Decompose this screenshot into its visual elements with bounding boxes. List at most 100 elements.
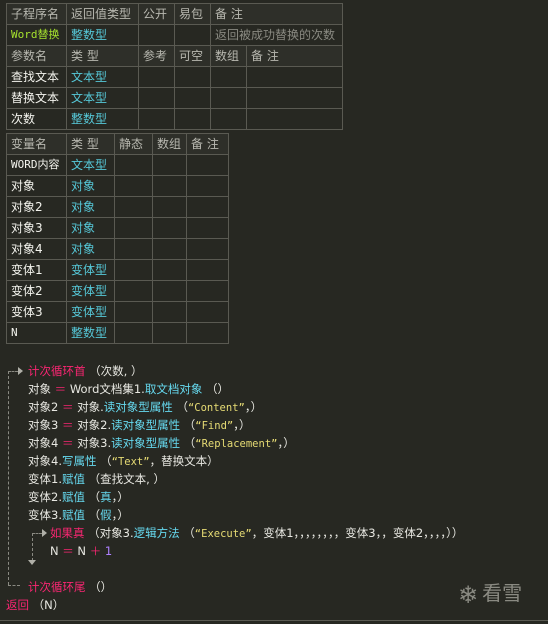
param-note-cell[interactable] (245, 66, 344, 88)
variable-row[interactable]: 对象3 对象 (6, 217, 229, 239)
param-ref-cell[interactable] (138, 87, 175, 109)
param-nullable-cell[interactable] (174, 87, 211, 109)
var-static-cell[interactable] (114, 238, 153, 260)
sub-public-cell[interactable] (138, 24, 175, 46)
var-array-cell[interactable] (152, 280, 187, 302)
code-line-loop-tail[interactable]: 计次循环尾 （） (28, 578, 112, 596)
code-line-7[interactable]: 变体2.赋值 （真，） (28, 488, 129, 506)
param-type-cell[interactable]: 整数型 (66, 108, 139, 130)
var-type-cell[interactable]: 变体型 (66, 301, 115, 323)
col-header-static: 静态 (114, 133, 153, 155)
sub-note-cell[interactable]: 返回被成功替换的次数 (209, 24, 344, 46)
var-type-cell[interactable]: 对象 (66, 238, 115, 260)
var-type-cell[interactable]: 对象 (66, 175, 115, 197)
code-line-2[interactable]: 对象2 ＝ 对象.读对象型属性 （“Content”，） (28, 398, 262, 416)
var-static-cell[interactable] (114, 280, 153, 302)
var-array-cell[interactable] (152, 217, 187, 239)
var-name-cell[interactable]: 对象4 (6, 238, 67, 260)
var-name-cell[interactable]: N (6, 322, 67, 344)
code-var: N (50, 544, 59, 558)
var-array-cell[interactable] (152, 175, 187, 197)
param-array-cell[interactable] (210, 66, 247, 88)
param-nullable-cell[interactable] (174, 108, 211, 130)
var-array-cell[interactable] (152, 301, 187, 323)
var-note-cell[interactable] (186, 301, 229, 323)
var-name-cell[interactable]: 对象 (6, 175, 67, 197)
variable-row[interactable]: 对象 对象 (6, 175, 229, 197)
code-line-4[interactable]: 对象4 ＝ 对象3.读对象型属性 （“Replacement”，） (28, 434, 295, 452)
code-line-6[interactable]: 变体1.赋值 （查找文本, ） (28, 470, 165, 488)
variable-row[interactable]: WORD内容 文本型 (6, 154, 229, 176)
var-array-cell[interactable] (152, 322, 187, 344)
var-note-cell[interactable] (186, 280, 229, 302)
param-note-cell[interactable] (245, 108, 344, 130)
param-row[interactable]: 替换文本 文本型 (6, 87, 344, 109)
var-type-cell[interactable]: 变体型 (66, 259, 115, 281)
param-array-cell[interactable] (210, 87, 247, 109)
var-name-cell[interactable]: 变体3 (6, 301, 67, 323)
param-nullable-cell[interactable] (174, 66, 211, 88)
code-line-5[interactable]: 对象4.写属性 （“Text”，替换文本） (28, 452, 219, 470)
code-line-n[interactable]: N ＝ N ＋ 1 (50, 542, 112, 560)
var-static-cell[interactable] (114, 175, 153, 197)
var-name-cell[interactable]: 对象3 (6, 217, 67, 239)
var-static-cell[interactable] (114, 217, 153, 239)
var-name-cell[interactable]: 变体1 (6, 259, 67, 281)
param-ref-cell[interactable] (138, 108, 175, 130)
param-name-cell[interactable]: 替换文本 (6, 87, 67, 109)
var-type-cell[interactable]: 文本型 (66, 154, 115, 176)
var-static-cell[interactable] (114, 154, 153, 176)
var-note-cell[interactable] (186, 322, 229, 344)
var-note-cell[interactable] (186, 175, 229, 197)
param-ref-cell[interactable] (138, 66, 175, 88)
sub-name-cell[interactable]: Word替换 (6, 24, 67, 46)
param-type-cell[interactable]: 文本型 (66, 87, 139, 109)
var-type-cell[interactable]: 对象 (66, 196, 115, 218)
sub-pkg-cell[interactable] (174, 24, 211, 46)
code-line-if[interactable]: 如果真 （对象3.逻辑方法 （“Execute”，变体1，，，，，，，，变体3，… (50, 524, 463, 542)
variable-row[interactable]: 变体2 变体型 (6, 280, 229, 302)
code-line-loop-head[interactable]: 计次循环首 （次数, ） (28, 362, 142, 380)
code-object: 对象3. (77, 436, 112, 450)
var-type-cell[interactable]: 整数型 (66, 322, 115, 344)
var-name-cell[interactable]: WORD内容 (6, 154, 67, 176)
var-note-cell[interactable] (186, 238, 229, 260)
param-note-cell[interactable] (245, 87, 344, 109)
variable-row[interactable]: 变体3 变体型 (6, 301, 229, 323)
var-note-cell[interactable] (186, 154, 229, 176)
var-type-cell[interactable]: 对象 (66, 217, 115, 239)
param-row[interactable]: 次数 整数型 (6, 108, 344, 130)
code-line-8[interactable]: 变体3.赋值 （假，） (28, 506, 129, 524)
var-array-cell[interactable] (152, 238, 187, 260)
var-array-cell[interactable] (152, 259, 187, 281)
param-row[interactable]: 查找文本 文本型 (6, 66, 344, 88)
var-array-cell[interactable] (152, 154, 187, 176)
variable-row[interactable]: 变体1 变体型 (6, 259, 229, 281)
subroutine-row[interactable]: Word替换 整数型 返回被成功替换的次数 (6, 24, 344, 46)
variable-row[interactable]: 对象4 对象 (6, 238, 229, 260)
var-name-cell[interactable]: 对象2 (6, 196, 67, 218)
var-note-cell[interactable] (186, 217, 229, 239)
code-paren: （ (88, 508, 101, 522)
code-line-3[interactable]: 对象3 ＝ 对象2.读对象型属性 （“Find”，） (28, 416, 250, 434)
code-line-return[interactable]: 返回 （N） (6, 596, 64, 614)
var-name-cell[interactable]: 变体2 (6, 280, 67, 302)
var-type-cell[interactable]: 变体型 (66, 280, 115, 302)
variable-row[interactable]: N 整数型 (6, 322, 229, 344)
sub-type-cell[interactable]: 整数型 (66, 24, 139, 46)
var-array-cell[interactable] (152, 196, 187, 218)
var-static-cell[interactable] (114, 259, 153, 281)
var-static-cell[interactable] (114, 322, 153, 344)
param-name-cell[interactable]: 次数 (6, 108, 67, 130)
var-note-cell[interactable] (186, 196, 229, 218)
code-method: 赋值 (61, 472, 85, 486)
var-static-cell[interactable] (114, 196, 153, 218)
variable-row[interactable]: 对象2 对象 (6, 196, 229, 218)
param-array-cell[interactable] (210, 108, 247, 130)
loop-head-arrow-icon (18, 367, 23, 375)
param-name-cell[interactable]: 查找文本 (6, 66, 67, 88)
var-static-cell[interactable] (114, 301, 153, 323)
param-type-cell[interactable]: 文本型 (66, 66, 139, 88)
code-line-1[interactable]: 对象 ＝ Word文档集1.取文档对象 （） (28, 380, 229, 398)
var-note-cell[interactable] (186, 259, 229, 281)
